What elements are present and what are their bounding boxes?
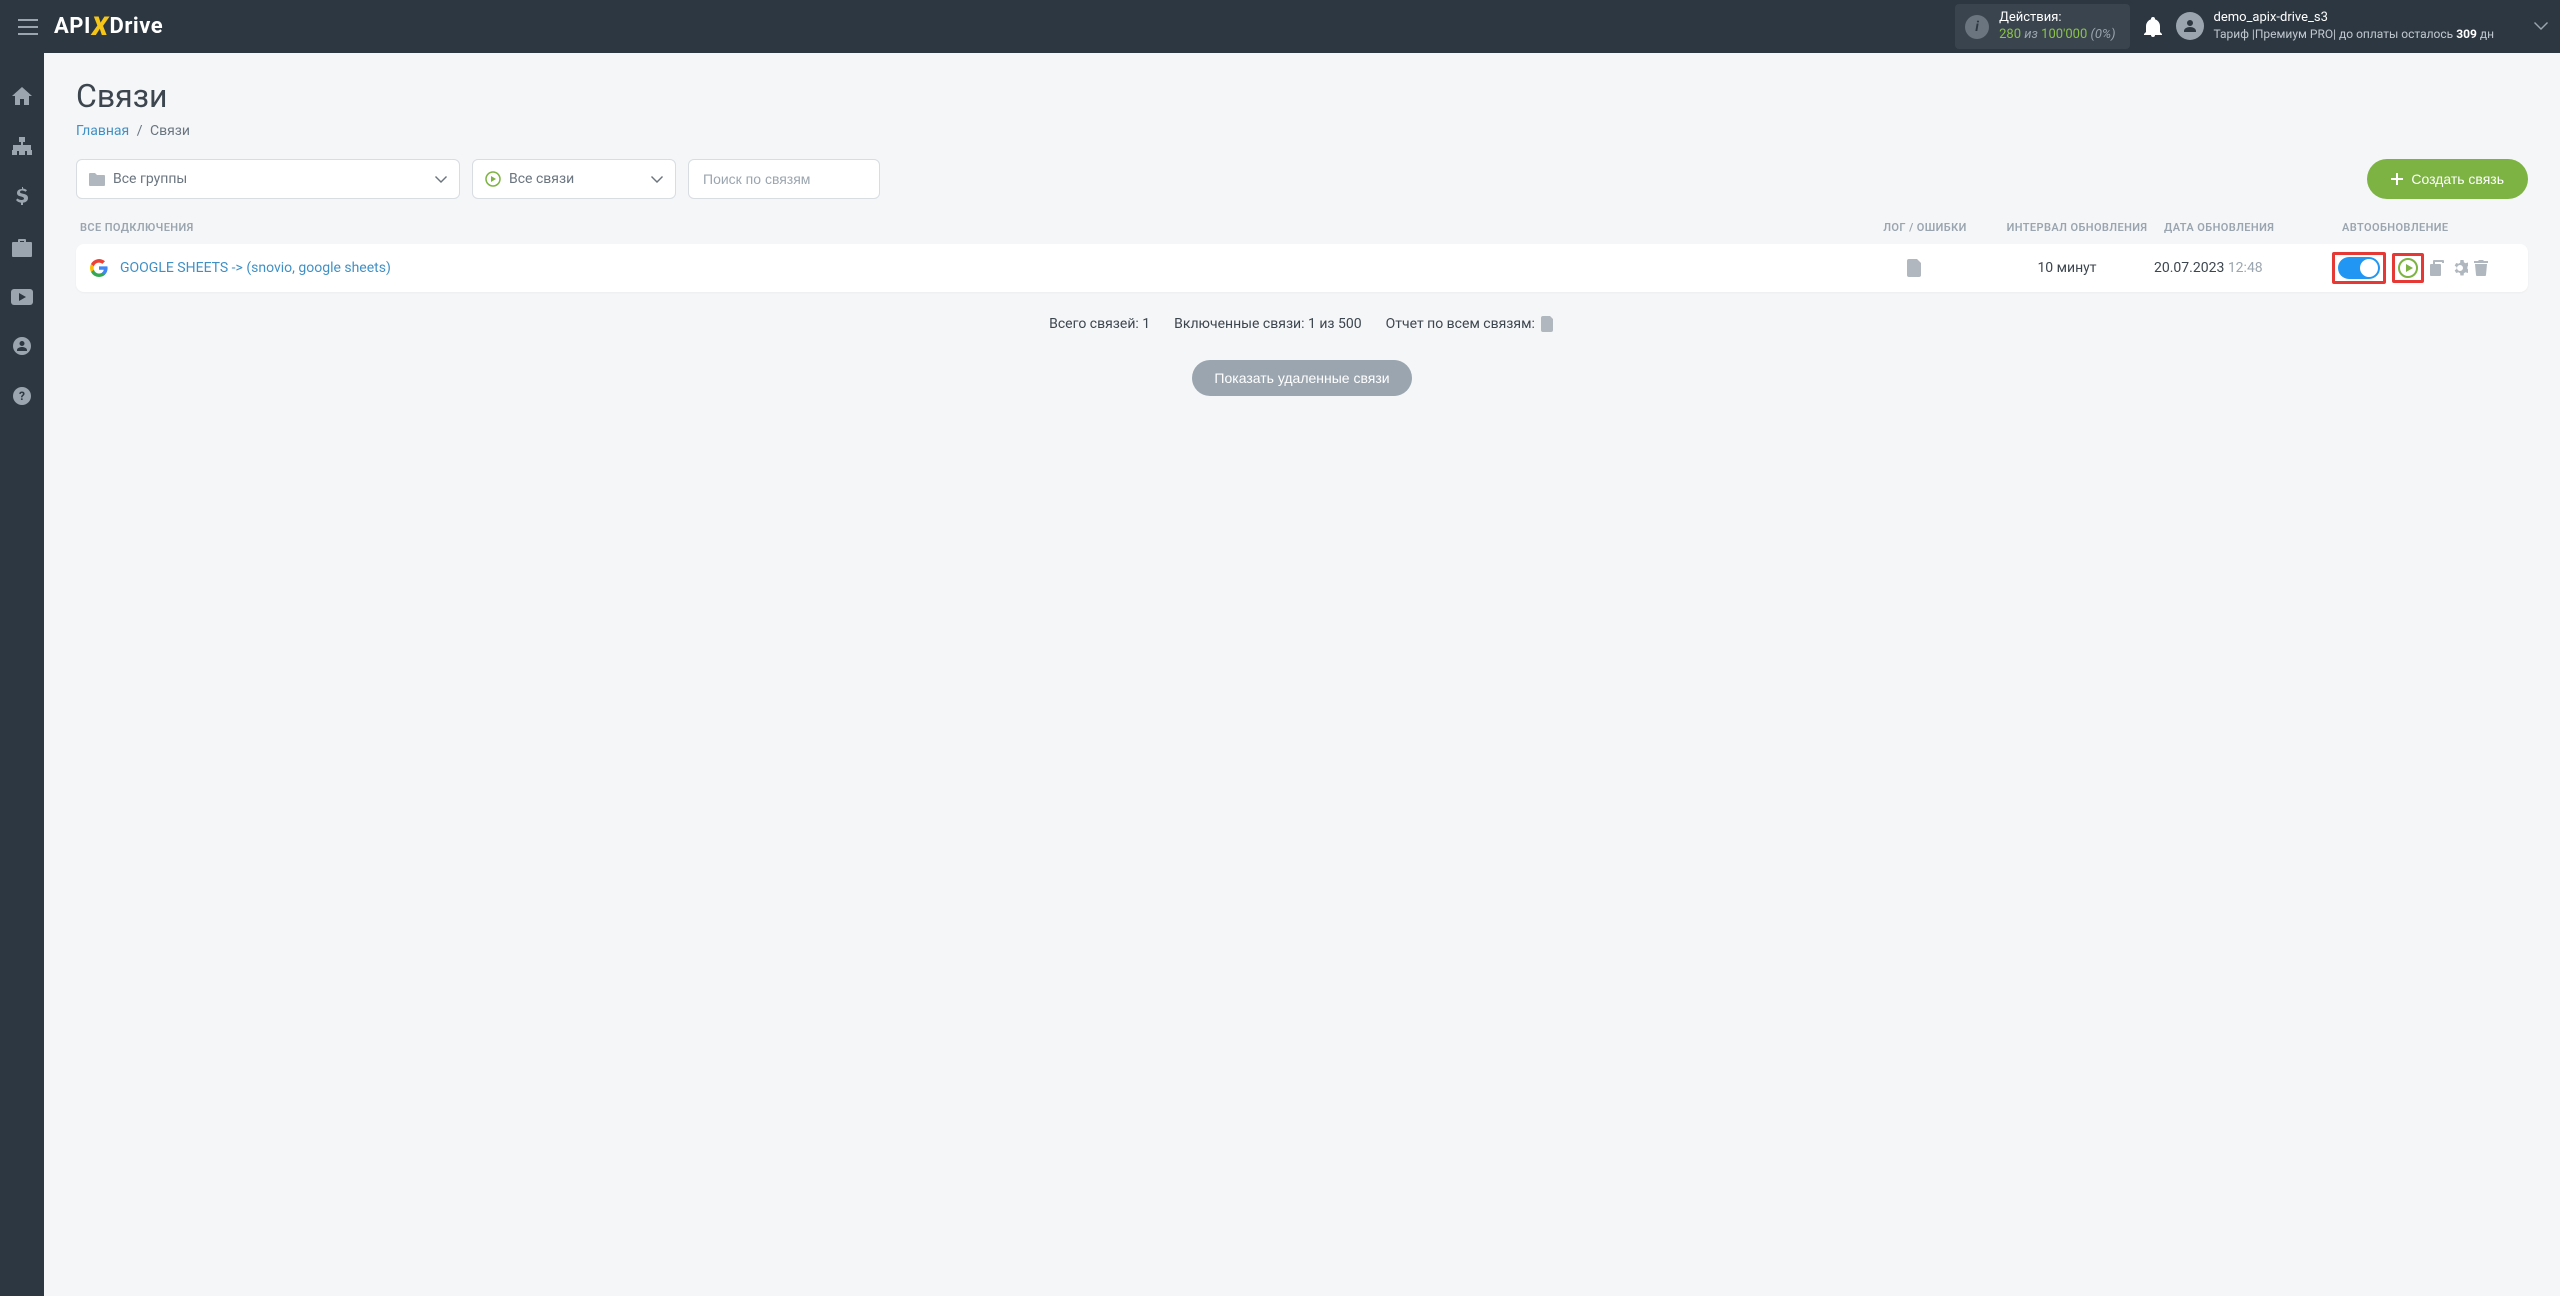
breadcrumb-home[interactable]: Главная (76, 123, 129, 139)
settings-button[interactable] (2452, 260, 2468, 276)
sidebar-item-billing[interactable] (0, 183, 44, 211)
logo-x-icon: X (92, 12, 109, 42)
actions-used: 280 (1999, 27, 2021, 42)
auto-update-toggle[interactable] (2338, 257, 2380, 279)
svg-text:?: ? (19, 389, 25, 403)
run-now-button[interactable] (2398, 258, 2418, 278)
sidebar-item-user[interactable] (0, 333, 44, 359)
username: demo_apix-drive_s3 (2214, 10, 2494, 27)
logo-text-1: API (54, 14, 91, 39)
summary-bar: Всего связей: 1 Включенные связи: 1 из 5… (76, 316, 2528, 332)
delete-button[interactable] (2474, 260, 2488, 276)
chevron-down-icon (651, 176, 663, 183)
youtube-icon (11, 289, 33, 305)
chevron-down-icon (435, 176, 447, 183)
table-header: ВСЕ ПОДКЛЮЧЕНИЯ ЛОГ / ОШИБКИ ИНТЕРВАЛ ОБ… (76, 221, 2528, 244)
interval-value: 10 минут (1980, 260, 2154, 276)
sidebar-item-connections[interactable] (0, 133, 44, 159)
trash-icon (2474, 260, 2488, 276)
search-input[interactable] (688, 159, 880, 199)
summary-enabled: Включенные связи: 1 из 500 (1174, 316, 1361, 332)
actions-pct: (0%) (2091, 27, 2116, 42)
document-icon (1907, 259, 1923, 277)
page-title: Связи (76, 77, 2528, 115)
highlight-play (2392, 253, 2424, 283)
breadcrumb-separator: / (137, 123, 143, 139)
highlight-toggle (2332, 252, 2386, 284)
logo: API X Drive (54, 12, 163, 42)
actions-label: Действия: (1999, 10, 2115, 27)
bell-icon (2144, 17, 2162, 37)
create-button-label: Создать связь (2411, 171, 2504, 187)
home-icon (12, 87, 32, 105)
info-icon: i (1965, 15, 1989, 39)
google-icon (90, 259, 108, 277)
breadcrumb-current: Связи (150, 123, 190, 139)
summary-total: Всего связей: 1 (1049, 316, 1150, 332)
actions-counter[interactable]: i Действия: 280 из 100'000 (0%) (1955, 4, 2129, 50)
sidebar: ? (0, 53, 44, 1296)
user-icon (13, 337, 31, 355)
play-circle-icon (485, 171, 501, 187)
connection-name-link[interactable]: GOOGLE SHEETS -> (snovio, google sheets) (120, 260, 391, 276)
show-deleted-button[interactable]: Показать удаленные связи (1192, 360, 1411, 396)
actions-total: 100'000 (2041, 27, 2087, 42)
sidebar-item-home[interactable] (0, 83, 44, 109)
logo-text-2: Drive (110, 14, 164, 39)
document-icon (1541, 316, 1555, 332)
gear-icon (2452, 260, 2468, 276)
folder-icon (89, 173, 105, 186)
chevron-down-icon (2534, 22, 2548, 30)
play-icon (2406, 264, 2413, 272)
sidebar-item-briefcase[interactable] (0, 235, 44, 261)
header-all: ВСЕ ПОДКЛЮЧЕНИЯ (80, 221, 1860, 234)
header-date: ДАТА ОБНОВЛЕНИЯ (2164, 221, 2342, 234)
connections-filter-label: Все связи (509, 171, 651, 187)
groups-select[interactable]: Все группы (76, 159, 460, 199)
sidebar-item-video[interactable] (0, 285, 44, 309)
header-log: ЛОГ / ОШИБКИ (1860, 221, 1990, 234)
hamburger-icon (18, 19, 38, 35)
connections-filter-select[interactable]: Все связи (472, 159, 676, 199)
sidebar-item-help[interactable]: ? (0, 383, 44, 409)
log-button[interactable] (1850, 259, 1980, 277)
avatar-icon (2176, 12, 2204, 40)
header-auto: АВТООБНОВЛЕНИЕ (2342, 221, 2524, 234)
tariff-info: Тариф |Премиум PRO| до оплаты осталось 3… (2214, 27, 2494, 43)
breadcrumb: Главная / Связи (76, 123, 2528, 139)
menu-toggle-button[interactable] (12, 13, 44, 41)
copy-icon (2430, 260, 2446, 276)
summary-report[interactable]: Отчет по всем связям: (1386, 316, 1555, 332)
help-icon: ? (13, 387, 31, 405)
dollar-icon (16, 187, 28, 207)
groups-select-label: Все группы (113, 171, 435, 187)
create-connection-button[interactable]: Создать связь (2367, 159, 2528, 199)
user-menu[interactable]: demo_apix-drive_s3 Тариф |Премиум PRO| д… (2176, 10, 2548, 42)
copy-button[interactable] (2430, 260, 2446, 276)
connection-row: GOOGLE SHEETS -> (snovio, google sheets)… (76, 244, 2528, 292)
header-interval: ИНТЕРВАЛ ОБНОВЛЕНИЯ (1990, 221, 2164, 234)
actions-of: из (2024, 27, 2038, 42)
date-value: 20.07.2023 12:48 (2154, 260, 2332, 276)
briefcase-icon (12, 239, 32, 257)
plus-icon (2391, 173, 2403, 185)
sitemap-icon (12, 137, 32, 155)
notifications-button[interactable] (2144, 17, 2162, 37)
